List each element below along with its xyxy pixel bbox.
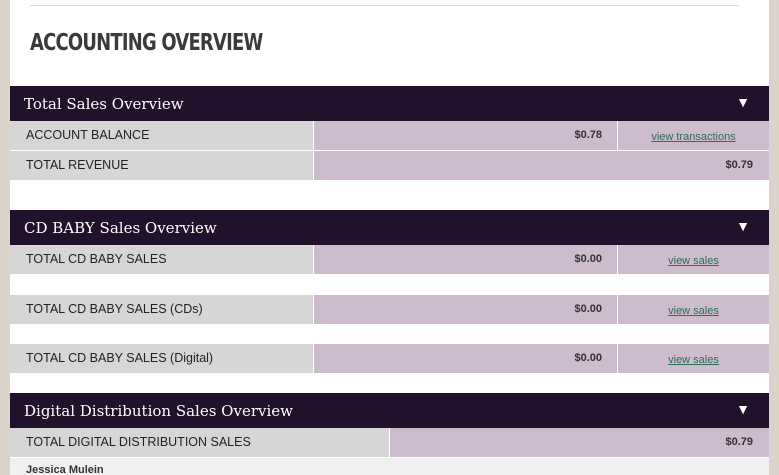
- section-header-digital-distribution[interactable]: Digital Distribution Sales Overview ▼: [10, 393, 769, 428]
- row-value: $0.00: [314, 245, 617, 274]
- row-link-cell: view sales: [617, 245, 769, 274]
- row-label: TOTAL CD BABY SALES (CDs): [10, 295, 313, 324]
- top-divider: [30, 5, 739, 6]
- row-value: $0.78: [314, 121, 617, 150]
- row-value: $0.00: [314, 295, 617, 324]
- row-account-balance: ACCOUNT BALANCE $0.78 view transactions: [10, 121, 769, 150]
- section-title: Digital Distribution Sales Overview: [24, 402, 293, 420]
- section-title: CD BABY Sales Overview: [24, 219, 217, 237]
- page-title: ACCOUNTING OVERVIEW: [30, 30, 263, 56]
- row-label: TOTAL REVENUE: [10, 151, 313, 180]
- section-header-total-sales[interactable]: Total Sales Overview ▼: [10, 86, 769, 121]
- row-label: TOTAL DIGITAL DISTRIBUTION SALES: [10, 428, 389, 457]
- row-total-cd-baby-sales-cds: TOTAL CD BABY SALES (CDs) $0.00 view sal…: [10, 295, 769, 324]
- row-link-cell: view sales: [617, 295, 769, 324]
- row-value: $0.00: [314, 344, 617, 373]
- view-sales-link[interactable]: view sales: [668, 354, 719, 366]
- row-total-cd-baby-sales-digital: TOTAL CD BABY SALES (Digital) $0.00 view…: [10, 344, 769, 373]
- row-label: TOTAL CD BABY SALES: [10, 245, 313, 274]
- collapse-arrow-icon[interactable]: ▼: [736, 218, 750, 234]
- collapse-arrow-icon[interactable]: ▼: [736, 94, 750, 110]
- section-header-cd-baby[interactable]: CD BABY Sales Overview ▼: [10, 210, 769, 245]
- row-label: TOTAL CD BABY SALES (Digital): [10, 344, 313, 373]
- main-content: ACCOUNTING OVERVIEW Total Sales Overview…: [10, 0, 769, 475]
- row-total-digital-distribution-sales: TOTAL DIGITAL DISTRIBUTION SALES $0.79: [10, 428, 769, 457]
- section-title: Total Sales Overview: [24, 95, 184, 113]
- view-sales-link[interactable]: view sales: [668, 255, 719, 267]
- row-link-cell: view transactions: [617, 121, 769, 150]
- row-value: $0.79: [390, 428, 769, 457]
- row-label: ACCOUNT BALANCE: [10, 121, 313, 150]
- row-total-cd-baby-sales: TOTAL CD BABY SALES $0.00 view sales: [10, 245, 769, 274]
- row-link-cell: view sales: [617, 344, 769, 373]
- collapse-arrow-icon[interactable]: ▼: [736, 401, 750, 417]
- view-transactions-link[interactable]: view transactions: [651, 131, 735, 143]
- artist-name: Jessica Mulein: [26, 464, 104, 475]
- row-total-revenue: TOTAL REVENUE $0.79: [10, 151, 769, 180]
- view-sales-link[interactable]: view sales: [668, 305, 719, 317]
- row-value: $0.79: [314, 151, 769, 180]
- footer-strip: Jessica Mulein: [10, 458, 769, 475]
